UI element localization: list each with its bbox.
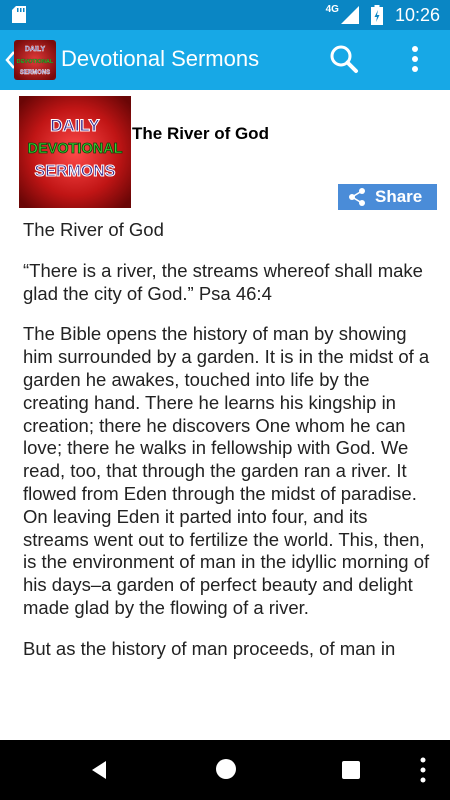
- back-icon[interactable]: [86, 757, 112, 783]
- post-thumbnail: DAILY DEVOTIONAL SERMONS: [19, 96, 131, 208]
- app-title: Devotional Sermons: [61, 46, 260, 71]
- network-type-label: 4G: [325, 3, 339, 15]
- article-paragraph: The River of God: [23, 219, 164, 240]
- more-icon[interactable]: [414, 756, 432, 784]
- article-body: The River of God “There is a river, the …: [23, 219, 435, 679]
- signal-icon: [340, 6, 359, 24]
- article-paragraph: But as the history of man proceeds, of m…: [23, 637, 396, 659]
- app-bar: DAILY DEVOTIONAL SERMONS Devotional Serm…: [0, 30, 450, 90]
- overflow-menu-icon: [412, 46, 418, 72]
- logo-text-line-2: DEVOTIONAL: [17, 59, 54, 65]
- post-title: The River of God: [132, 124, 269, 143]
- search-button[interactable]: [326, 42, 362, 78]
- status-time: 10:26: [394, 4, 440, 25]
- logo-text-line-3: SERMONS: [20, 70, 50, 76]
- article-paragraph: “There is a river, the streams whereof s…: [23, 259, 423, 304]
- status-bar: 4G 10:26: [0, 0, 450, 30]
- thumbnail-text-line-1: DAILY: [50, 116, 100, 135]
- logo-text-line-1: DAILY: [25, 46, 46, 53]
- sd-card-icon: [12, 6, 26, 23]
- home-icon[interactable]: [213, 756, 239, 782]
- search-icon: [330, 45, 358, 73]
- thumbnail-text-line-3: SERMONS: [35, 163, 116, 180]
- share-icon: [349, 188, 365, 206]
- system-nav-bar: [0, 740, 450, 800]
- share-button[interactable]: Share: [338, 184, 437, 210]
- battery-icon: [370, 5, 383, 25]
- overflow-menu-button[interactable]: [398, 42, 432, 78]
- post-content[interactable]: DAILY DEVOTIONAL SERMONS The River of Go…: [0, 90, 450, 740]
- app-logo: DAILY DEVOTIONAL SERMONS: [14, 40, 56, 80]
- up-navigation-button[interactable]: DAILY DEVOTIONAL SERMONS: [0, 30, 60, 90]
- share-label: Share: [375, 187, 423, 206]
- recents-icon[interactable]: [339, 758, 363, 782]
- thumbnail-text-line-2: DEVOTIONAL: [27, 141, 122, 157]
- article-paragraph: The Bible opens the history of man by sh…: [23, 323, 430, 618]
